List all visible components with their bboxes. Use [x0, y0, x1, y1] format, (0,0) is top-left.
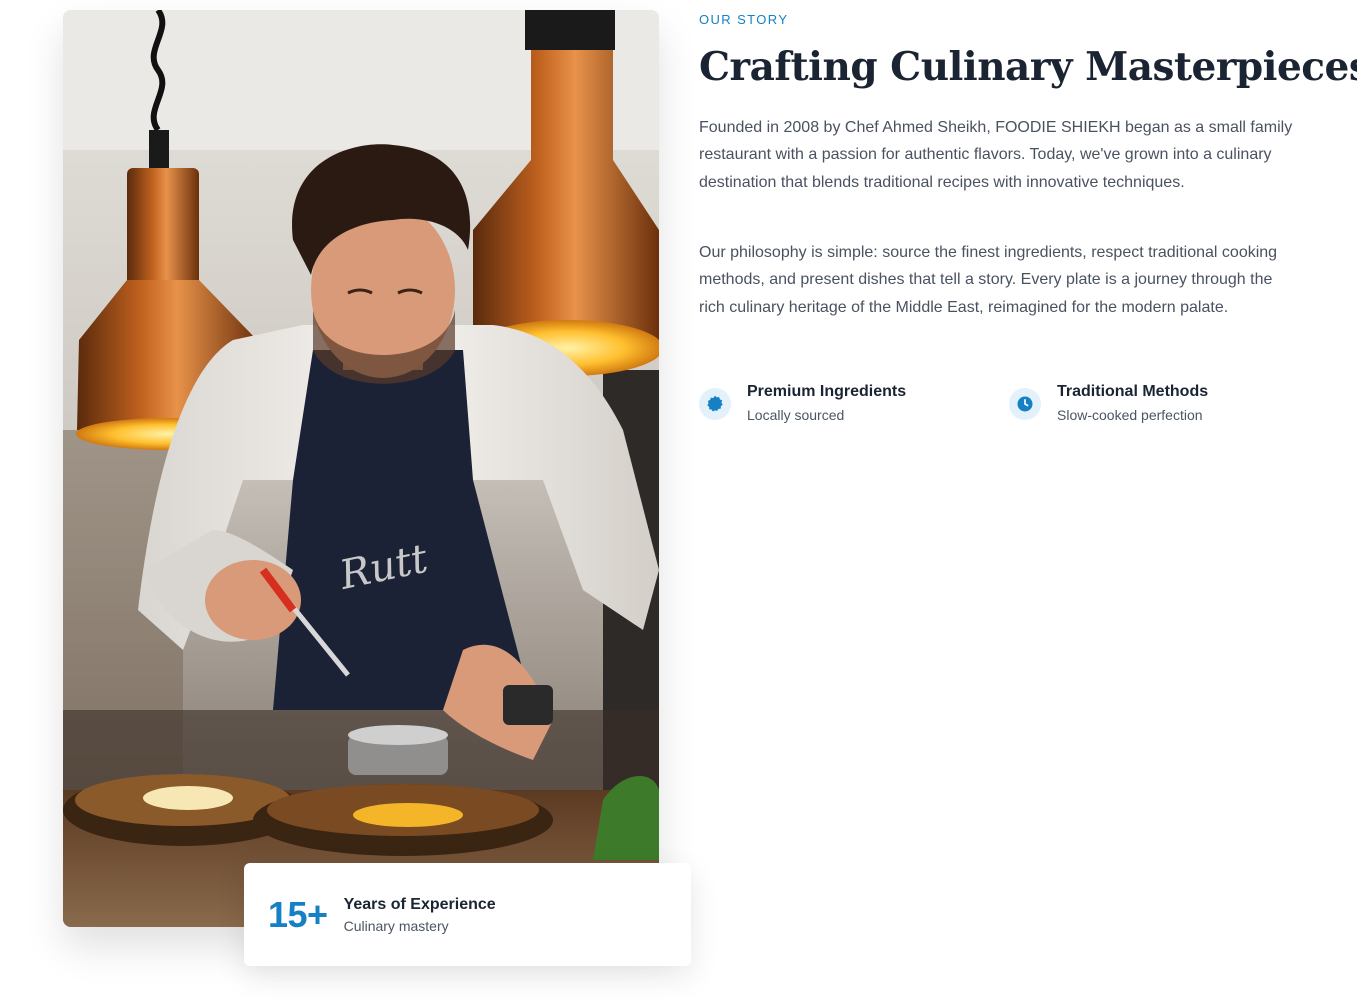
feature-subtitle: Locally sourced	[747, 407, 845, 423]
clock-icon	[1009, 388, 1041, 420]
experience-card: 15+ Years of Experience Culinary mastery	[244, 863, 691, 966]
feature-premium-ingredients: Premium Ingredients Locally sourced	[699, 380, 906, 423]
story-paragraph-2: Our philosophy is simple: source the fin…	[699, 244, 1278, 316]
feature-title: Premium Ingredients	[747, 383, 907, 400]
chef-photo: Rutt	[63, 10, 659, 927]
feature-title: Traditional Methods	[1057, 383, 1209, 400]
feature-traditional-methods: Traditional Methods Slow-cooked perfecti…	[1009, 380, 1208, 423]
feature-subtitle: Slow-cooked perfection	[1057, 407, 1203, 423]
experience-subtitle: Culinary mastery	[343, 917, 449, 934]
section-eyebrow: OUR STORY	[699, 12, 789, 27]
our-story-section: Rutt 15+ Years of Experience Culinary ma…	[0, 0, 1357, 998]
experience-years: 15+	[268, 893, 328, 935]
story-paragraph-1: Founded in 2008 by Chef Ahmed Sheikh, FO…	[699, 119, 1293, 191]
experience-title: Years of Experience	[343, 895, 496, 913]
section-title: Crafting Culinary Masterpieces	[699, 44, 1357, 90]
feature-list: Premium Ingredients Locally sourced Trad…	[699, 380, 1299, 440]
badge-icon	[699, 388, 731, 420]
